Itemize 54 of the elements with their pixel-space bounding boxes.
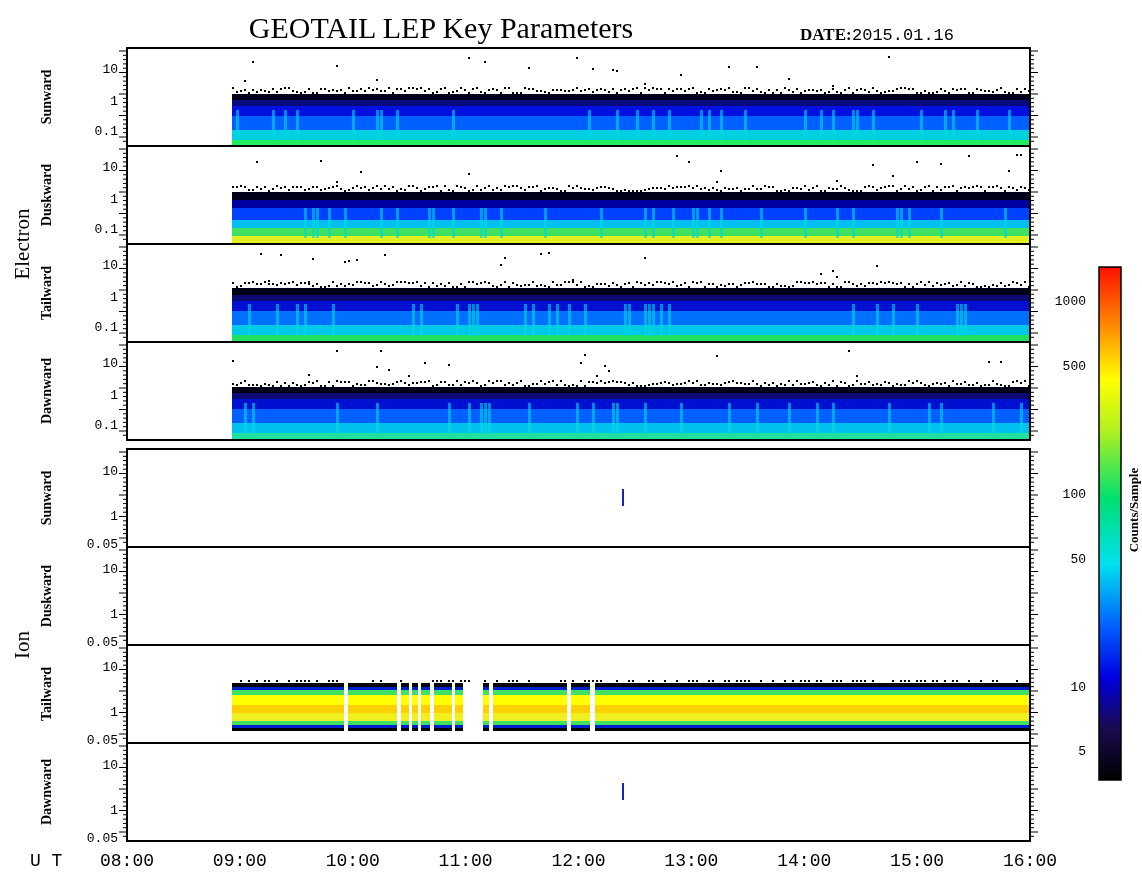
y-tick-label: 0.1 [94,124,118,139]
y-tick-label: 0.1 [94,418,118,433]
panel-label: Tailward [39,266,54,320]
panel-label: Tailward [39,667,54,721]
y-tick-label: 10 [102,258,118,273]
color-scale-tick-label: 500 [1062,359,1086,374]
color-scale-tick-label: 5 [1078,744,1086,759]
x-tick-label: 16:00 [1003,851,1057,871]
color-scale-tick-label: 50 [1070,552,1086,567]
y-tick-label: 10 [102,758,118,773]
color-scale-label: Counts/Sample [1126,467,1141,553]
y-tick-label: 1 [110,388,118,403]
x-tick-label: 09:00 [212,851,267,871]
y-tick-label: 0.05 [86,635,118,650]
color-scale-tick-label: 100 [1062,487,1086,502]
x-tick-label: 12:00 [551,851,606,871]
plot-title: GEOTAIL LEP Key Parameters [248,11,634,44]
date-value: 2015.01.16 [852,26,955,45]
y-tick-label: 1 [110,509,118,524]
color-scale-tick-label: 10 [1070,680,1086,695]
y-tick-label: 0.1 [94,320,118,335]
y-tick-label: 10 [102,660,118,675]
group-label: Ion [10,631,34,659]
y-tick-label: 10 [102,464,118,479]
x-tick-label: 11:00 [438,851,493,871]
x-tick-label: 10:00 [325,851,380,871]
y-tick-label: 10 [102,62,118,77]
y-tick-label: 0.05 [86,537,118,552]
y-tick-label: 1 [110,94,118,109]
x-tick-label: 15:00 [890,851,945,871]
y-tick-label: 0.05 [86,831,118,846]
y-tick-label: 0.05 [86,733,118,748]
y-tick-label: 1 [110,607,118,622]
x-tick-label: 14:00 [777,851,832,871]
panel-label: Dawnward [39,758,54,826]
group-label: Electron [10,208,34,280]
y-tick-label: 1 [110,705,118,720]
color-scale-tick-label: 1000 [1054,294,1086,309]
panel-label: Duskward [39,163,54,227]
date-label: DATE: [800,25,852,44]
x-tick-label: 13:00 [664,851,719,871]
panel-label: Sunward [39,470,54,526]
y-tick-label: 10 [102,160,118,175]
panel-label: Duskward [39,564,54,628]
y-tick-label: 0.1 [94,222,118,237]
y-tick-label: 10 [102,562,118,577]
panel-label: Dawnward [39,357,54,425]
y-tick-label: 10 [102,356,118,371]
y-tick-label: 1 [110,803,118,818]
y-tick-label: 1 [110,192,118,207]
x-tick-label: 08:00 [100,851,154,871]
x-axis-label: U T [30,851,63,871]
y-tick-label: 1 [110,290,118,305]
panel-label: Sunward [39,69,54,125]
